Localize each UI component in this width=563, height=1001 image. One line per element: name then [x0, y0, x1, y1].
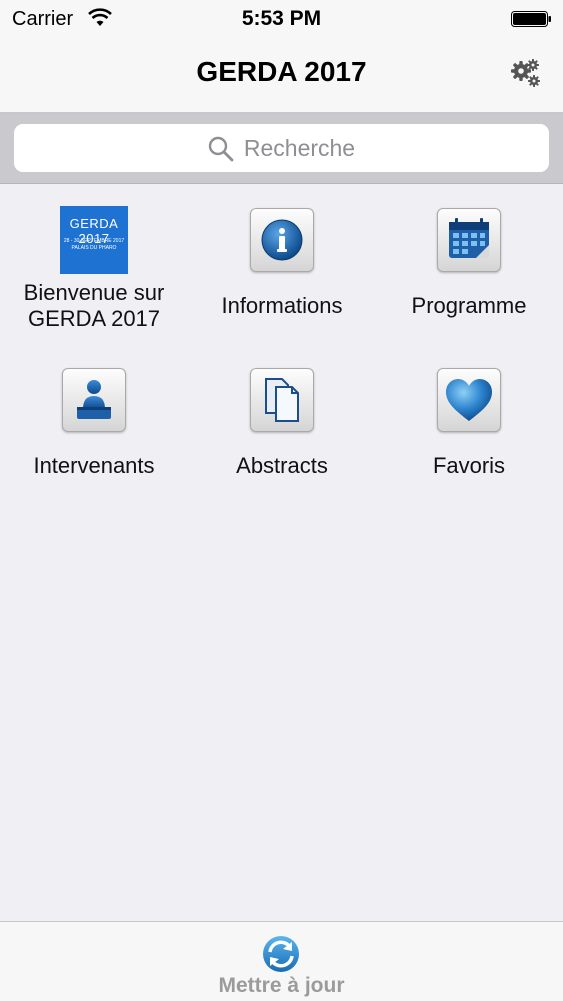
tile-label: Abstracts [236, 453, 328, 478]
gear-icon[interactable] [509, 56, 543, 90]
update-label: Mettre à jour [218, 974, 345, 997]
tile-bienvenue[interactable]: GERDA 2017 28 - 30 SEPTEMBRE 2017 PALAIS… [0, 190, 188, 340]
search-placeholder: Recherche [243, 135, 356, 161]
logo-venue: PALAIS DU PHARO [71, 245, 117, 251]
tab-bar: Mettre à jour [0, 921, 563, 1001]
tile-label: Intervenants [33, 453, 155, 478]
info-icon [250, 208, 314, 272]
tile-label: Bienvenue sur GERDA 2017 [23, 280, 165, 331]
search-input[interactable]: Recherche [14, 124, 549, 172]
update-button[interactable]: Mettre à jour [200, 922, 363, 1001]
clock: 5:53 PM [241, 7, 322, 30]
speaker-icon [62, 368, 126, 432]
search-icon [208, 136, 234, 162]
page-title: GERDA 2017 [196, 56, 367, 87]
refresh-icon [261, 934, 301, 974]
tile-abstracts[interactable]: Abstracts [188, 350, 376, 500]
tile-intervenants[interactable]: Intervenants [0, 350, 188, 500]
battery-icon [511, 11, 551, 27]
logo-dates: 28 - 30 SEPTEMBRE 2017 [63, 238, 125, 244]
tile-label: Favoris [432, 453, 506, 478]
status-bar: Carrier 5:53 PM [0, 0, 563, 38]
search-bar: Recherche [0, 113, 563, 184]
tile-informations[interactable]: Informations [188, 190, 376, 340]
heart-icon [437, 368, 501, 432]
gerda-logo: GERDA 2017 28 - 30 SEPTEMBRE 2017 PALAIS… [60, 206, 128, 274]
tile-favoris[interactable]: Favoris [375, 350, 563, 500]
logo-subtitle: 28 - 30 SEPTEMBRE 2017 PALAIS DU PHARO [60, 238, 128, 252]
tile-programme[interactable]: Programme [375, 190, 563, 340]
tile-label: Informations [221, 293, 343, 318]
documents-icon [250, 368, 314, 432]
tile-label: Programme [411, 293, 527, 318]
nav-bar: GERDA 2017 [0, 38, 563, 113]
calendar-icon [437, 208, 501, 272]
